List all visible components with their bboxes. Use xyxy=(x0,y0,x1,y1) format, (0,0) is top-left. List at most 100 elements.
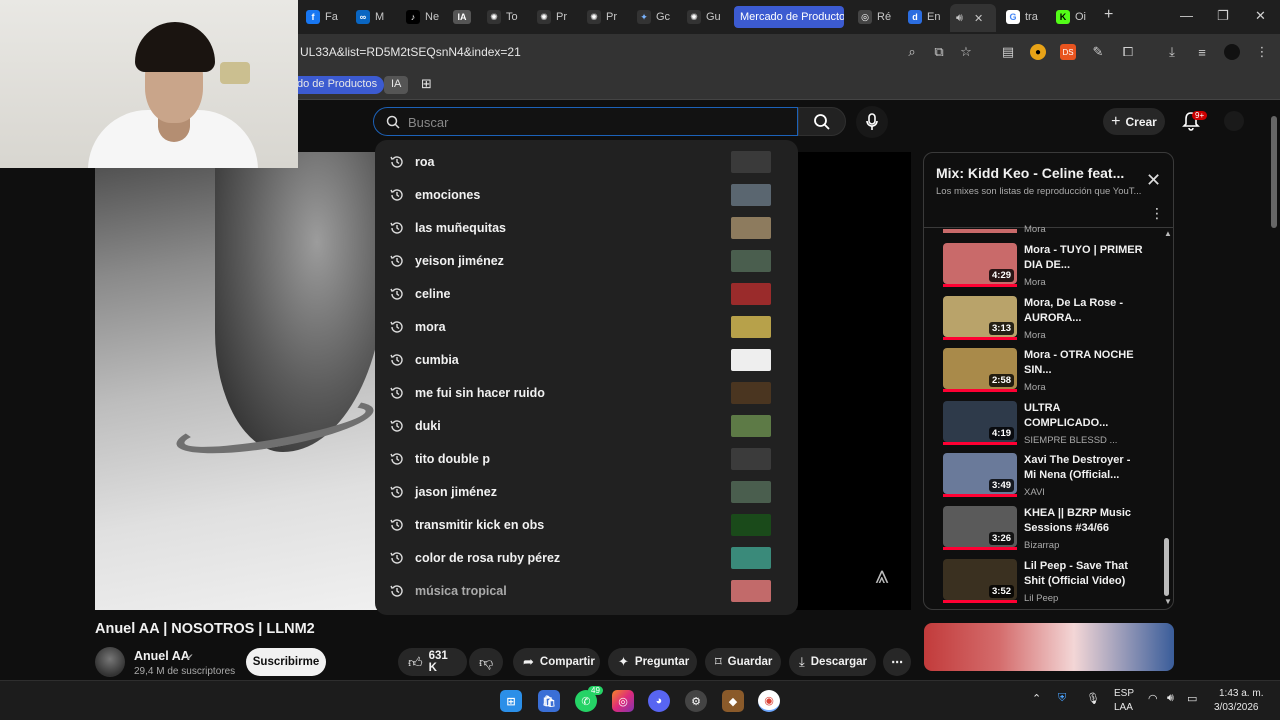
whatsapp-badge: 49 xyxy=(588,686,603,695)
tab-group-mercado[interactable]: Mercado de Productos xyxy=(734,6,844,28)
scroll-down-icon[interactable]: ▼ xyxy=(1164,597,1172,606)
search-suggestion[interactable]: tito double p xyxy=(375,442,798,475)
search-suggestion[interactable]: color de rosa ruby pérez xyxy=(375,541,798,574)
tab-tiktok[interactable]: ♪ Ne xyxy=(406,6,440,28)
url-text[interactable]: UL33A&list=RD5M2tSEQsnN4&index=21 xyxy=(300,45,521,59)
more-actions-button[interactable]: ⋯ xyxy=(883,648,911,676)
tab-chatgpt-4[interactable]: ✺ Gu xyxy=(687,6,721,28)
bookmark-star-icon[interactable]: ☆ xyxy=(958,44,974,60)
tray-overflow-icon[interactable]: ⌃ xyxy=(1032,692,1041,705)
tab-chatgpt-1[interactable]: ✺ To xyxy=(487,6,521,28)
extension-coin-icon[interactable]: ● xyxy=(1030,44,1046,60)
subscribe-button[interactable]: Suscribirme xyxy=(246,648,326,676)
voice-search-button[interactable] xyxy=(856,106,888,138)
microphone-tray-icon[interactable]: 🎙︎ xyxy=(1086,692,1100,705)
playlist-more-icon[interactable]: ⋮ xyxy=(1150,205,1164,222)
tab-ia[interactable]: IA xyxy=(453,6,475,28)
playlist-title[interactable]: Mix: Kidd Keo - Celine feat... xyxy=(936,165,1124,181)
scroll-up-icon[interactable]: ▲ xyxy=(1164,229,1172,238)
chrome-icon[interactable]: ◉ xyxy=(758,690,780,712)
search-suggestion[interactable]: celine xyxy=(375,277,798,310)
playlist-item[interactable]: 3:49 Xavi The Destroyer - Mi Nena (Offici… xyxy=(943,453,1153,505)
tab-d[interactable]: d En xyxy=(908,6,942,28)
tab-perplexity[interactable]: ◎ Ré xyxy=(858,6,892,28)
maximize-icon[interactable]: ❐ xyxy=(1217,8,1229,24)
search-suggestion[interactable]: música tropical xyxy=(375,574,798,607)
profile-avatar-icon[interactable] xyxy=(1224,44,1240,60)
playlist-item[interactable]: 4:29 Mora - TUYO | PRIMER DIA DE... Mora xyxy=(943,243,1153,295)
game-launcher-icon[interactable]: ◆ xyxy=(722,690,744,712)
like-button[interactable]: 👍︎ 631 K xyxy=(398,648,467,676)
bookmark-ia[interactable]: IA xyxy=(384,76,409,94)
ask-button[interactable]: ✦ Preguntar xyxy=(608,648,697,676)
search-suggestion[interactable]: yeison jiménez xyxy=(375,244,798,277)
install-icon[interactable]: ⧉ xyxy=(931,44,947,60)
download-icon[interactable]: ⤓ xyxy=(1164,44,1180,60)
minimize-icon[interactable]: — xyxy=(1180,8,1193,23)
tab-chatgpt-3[interactable]: ✺ Pr xyxy=(587,6,621,28)
extension-ds-icon[interactable]: DS xyxy=(1060,44,1076,60)
channel-name[interactable]: Anuel AA xyxy=(134,649,190,663)
tab-meta[interactable]: ∞ M xyxy=(356,6,390,28)
tab-facebook[interactable]: f Fa xyxy=(306,6,340,28)
playlist-close-icon[interactable]: ✕ xyxy=(1146,170,1161,191)
search-suggestion[interactable]: duki xyxy=(375,409,798,442)
dislike-button[interactable]: 👎︎ xyxy=(469,648,503,676)
playlist-item[interactable]: 2:58 Mora - OTRA NOCHE SIN... Mora xyxy=(943,348,1153,400)
search-suggestion[interactable]: roa xyxy=(375,145,798,178)
media-control-icon[interactable]: ≡ xyxy=(1194,44,1210,60)
settings-icon[interactable]: ⚙ xyxy=(685,690,707,712)
puzzle-icon[interactable]: ⧠ xyxy=(1120,44,1136,60)
history-icon xyxy=(390,386,403,399)
playlist-scrollbar-thumb[interactable] xyxy=(1164,538,1169,596)
extension-icon[interactable]: ▤ xyxy=(1000,44,1016,60)
zoom-icon[interactable]: ⌕ xyxy=(904,44,920,60)
search-suggestion[interactable]: emociones xyxy=(375,178,798,211)
apps-grid-icon[interactable]: ⊞ xyxy=(414,74,439,92)
playlist-item[interactable]: 3:52 Lil Peep - Save That Shit (Official … xyxy=(943,558,1153,609)
store-icon[interactable]: 🛍︎ xyxy=(538,690,560,712)
menu-kebab-icon[interactable]: ⋮ xyxy=(1254,44,1270,60)
recommended-video-thumbnail[interactable] xyxy=(924,623,1174,671)
search-suggestion[interactable]: mora xyxy=(375,310,798,343)
search-suggestion[interactable]: transmitir kick en obs xyxy=(375,508,798,541)
playlist-item[interactable]: 3:13 Mora, De La Rose - AURORA... Mora xyxy=(943,295,1153,348)
discord-icon[interactable]: ◕ xyxy=(648,690,670,712)
search-input[interactable] xyxy=(408,113,778,131)
tab-gemini[interactable]: ✦ Gc xyxy=(637,6,671,28)
tab-close-icon[interactable]: ✕ xyxy=(974,12,983,25)
volume-icon[interactable]: 🔊︎ xyxy=(1167,692,1174,705)
channel-avatar[interactable] xyxy=(95,647,125,677)
search-box[interactable] xyxy=(373,107,798,136)
search-button[interactable] xyxy=(798,107,846,136)
instagram-icon[interactable]: ◎ xyxy=(612,690,634,712)
page-scrollbar-thumb[interactable] xyxy=(1271,116,1277,228)
tab-chatgpt-2[interactable]: ✺ Pr xyxy=(537,6,571,28)
create-button[interactable]: + Crear xyxy=(1103,108,1165,135)
suggestion-thumbnail xyxy=(731,414,771,437)
save-button[interactable]: ⌑ Guardar xyxy=(705,648,781,676)
clock-time[interactable]: 1:43 a. m. xyxy=(1219,688,1263,699)
playlist-item[interactable]: 3:26 KHEA || BZRP Music Sessions #34/66 Bi… xyxy=(943,506,1153,558)
defender-icon[interactable]: ⛨ xyxy=(1058,692,1066,705)
search-suggestion[interactable]: las muñequitas xyxy=(375,211,798,244)
wifi-icon[interactable]: ◠ xyxy=(1148,692,1158,705)
search-suggestion[interactable]: cumbia xyxy=(375,343,798,376)
bookmark-group-mercado[interactable]: do de Productos xyxy=(290,76,385,94)
new-tab-icon[interactable]: + xyxy=(1104,6,1113,24)
search-suggestion[interactable]: jason jiménez xyxy=(375,475,798,508)
windows-start-icon[interactable]: ⊞ xyxy=(500,690,522,712)
share-button[interactable]: ➦ Compartir xyxy=(513,648,600,676)
tab-active-youtube[interactable]: 🔊︎ ✕ xyxy=(950,4,996,32)
language-indicator[interactable]: ESP xyxy=(1114,688,1134,699)
playlist-item-title: Mora, De La Rose - AURORA... xyxy=(1024,296,1124,324)
tab-google[interactable]: G tra xyxy=(1006,6,1040,28)
eyedropper-icon[interactable]: ✎ xyxy=(1090,44,1106,60)
battery-icon[interactable]: ▭ xyxy=(1187,692,1197,705)
playlist-item[interactable]: 4:19 ULTRA COMPLICADO... SIEMPRE BLESSD ..… xyxy=(943,400,1153,453)
search-suggestion[interactable]: me fui sin hacer ruido xyxy=(375,376,798,409)
tab-kick[interactable]: K Oi xyxy=(1056,6,1090,28)
account-avatar[interactable] xyxy=(1224,111,1244,131)
window-close-icon[interactable]: ✕ xyxy=(1255,8,1266,24)
download-button[interactable]: ⤓ Descargar xyxy=(789,648,876,676)
